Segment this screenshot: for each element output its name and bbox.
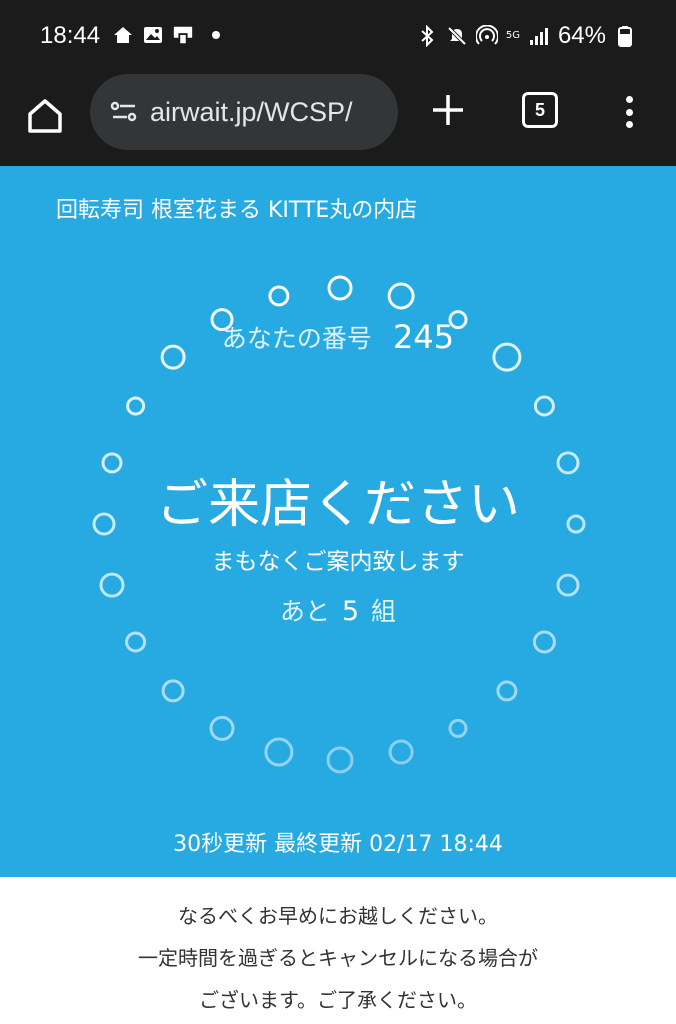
bluetooth-icon bbox=[416, 25, 438, 47]
ticket-number-row: あなたの番号 245 bbox=[0, 318, 676, 356]
notice-line-1: なるべくお早めにお越しください。 bbox=[178, 904, 498, 928]
notice-line-2: 一定時間を過ぎるとキャンセルになる場合が bbox=[138, 946, 538, 970]
more-vert-icon[interactable] bbox=[614, 92, 644, 132]
menu-dot bbox=[625, 108, 633, 116]
ring-dot bbox=[268, 285, 290, 307]
ticket-number-value: 245 bbox=[393, 318, 455, 356]
plus-icon bbox=[433, 95, 463, 125]
remaining-groups: あと 5 組 bbox=[0, 592, 676, 628]
ring-dot bbox=[161, 679, 185, 703]
ring-dot bbox=[448, 718, 468, 738]
ring-dot bbox=[496, 680, 518, 702]
browser-toolbar: airwait.jp/WCSP/ 5 bbox=[0, 72, 676, 166]
remaining-prefix: あと bbox=[279, 597, 330, 626]
waiting-status-panel: 回転寿司 根室花まる KITTE丸の内店 あなたの番号 245 ご来店ください … bbox=[0, 166, 676, 877]
ring-dot bbox=[125, 631, 147, 653]
status-right-icons: 5G 64% bbox=[416, 22, 636, 50]
guidance-subtitle: まもなくご案内致します bbox=[211, 549, 465, 575]
ring-dot bbox=[264, 737, 294, 767]
menu-dot bbox=[625, 121, 633, 128]
tab-switcher-button[interactable]: 5 bbox=[522, 92, 558, 128]
status-left-icons bbox=[112, 24, 220, 46]
ticket-number-label: あなたの番号 bbox=[221, 324, 372, 353]
ring-dot bbox=[326, 746, 354, 774]
mute-icon bbox=[446, 25, 468, 47]
ring-dot bbox=[209, 715, 235, 741]
update-interval: 30秒更新 bbox=[173, 832, 268, 857]
ring-dot bbox=[533, 395, 555, 417]
notification-dot-icon bbox=[212, 31, 220, 39]
update-info: 30秒更新 最終更新 02/17 18:44 bbox=[0, 826, 676, 858]
network-type-label: 5G bbox=[505, 30, 520, 41]
hotspot-icon bbox=[475, 25, 498, 47]
site-settings-icon[interactable] bbox=[104, 92, 144, 132]
last-update-value: 02/17 18:44 bbox=[369, 832, 503, 857]
battery-percent: 64% bbox=[557, 22, 606, 49]
ring-dot bbox=[532, 630, 556, 654]
home-icon bbox=[28, 99, 62, 133]
signal-icon bbox=[528, 25, 550, 47]
url-text[interactable]: airwait.jp/WCSP/ bbox=[150, 97, 353, 128]
status-bar: 18:44 5G 64% bbox=[0, 0, 676, 72]
device-icon bbox=[172, 24, 194, 46]
home-icon bbox=[112, 24, 134, 46]
status-time: 18:44 bbox=[40, 22, 101, 49]
remaining-suffix: 組 bbox=[371, 597, 397, 626]
home-button[interactable] bbox=[22, 92, 68, 138]
battery-icon bbox=[614, 25, 636, 47]
image-icon bbox=[142, 24, 164, 46]
ring-dot bbox=[387, 282, 415, 310]
please-come-headline: ご来店ください bbox=[155, 475, 520, 535]
last-update-label: 最終更新 bbox=[274, 832, 363, 857]
menu-dot bbox=[625, 96, 633, 103]
ring-dot bbox=[327, 275, 353, 301]
ring-dot bbox=[126, 396, 146, 416]
cancellation-notice: なるべくお早めにお越しください。 一定時間を過ぎるとキャンセルになる場合が ござ… bbox=[0, 877, 676, 1024]
new-tab-button[interactable] bbox=[426, 88, 470, 132]
ring-dot bbox=[388, 739, 414, 765]
url-bar[interactable]: airwait.jp/WCSP/ bbox=[90, 74, 398, 150]
remaining-count: 5 bbox=[341, 596, 360, 627]
notice-line-3: ございます。ご了承ください。 bbox=[199, 988, 477, 1012]
